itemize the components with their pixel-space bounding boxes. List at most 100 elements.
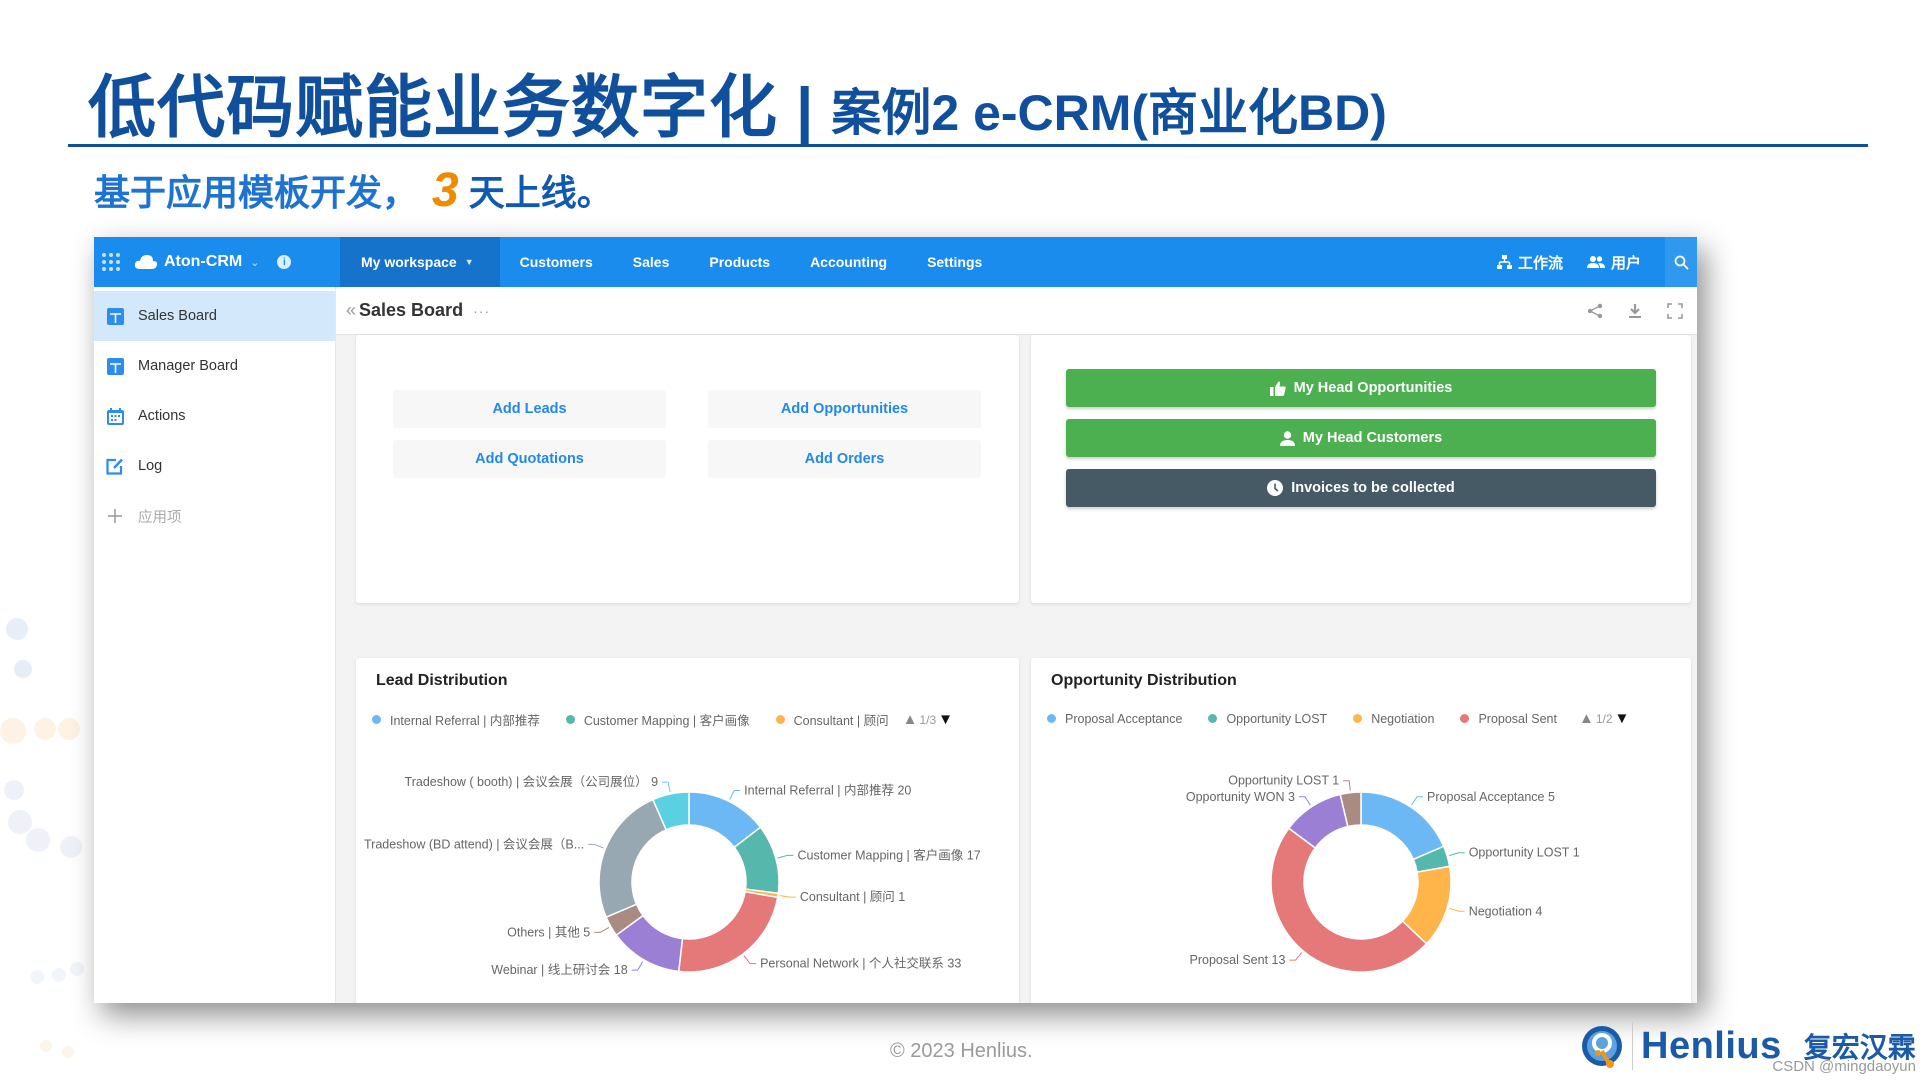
download-icon[interactable] xyxy=(1627,303,1643,319)
nav-tab-products[interactable]: Products xyxy=(689,237,790,287)
slice-label: Consultant | 顾问 1 xyxy=(800,890,905,904)
add-quotations-button[interactable]: Add Quotations xyxy=(393,440,666,478)
slice-label-leader xyxy=(1448,852,1465,857)
legend-item[interactable]: Negotiation xyxy=(1353,712,1434,726)
slice-label-leader xyxy=(588,843,604,849)
legend-item[interactable]: Opportunity LOST xyxy=(1208,712,1327,726)
legend-next-page-icon[interactable]: ▼ xyxy=(1615,710,1630,727)
slide-title-sub: 案例2 e-CRM(商业化BD) xyxy=(831,85,1387,141)
chevron-down-icon[interactable]: ⌄ xyxy=(250,256,259,269)
collapse-sidebar-icon[interactable]: « xyxy=(346,300,356,321)
shortcut-label: My Head Opportunities xyxy=(1293,380,1453,396)
legend-item[interactable]: Customer Mapping | 客户画像 xyxy=(565,710,750,729)
my-head-opportunities-button[interactable]: My Head Opportunities xyxy=(1066,369,1656,407)
legend-prev-page-icon[interactable]: ▲ xyxy=(903,711,918,728)
app-grid-icon[interactable] xyxy=(102,253,120,271)
legend-swatch xyxy=(1047,714,1056,723)
nav-right-actions: 工作流 用户 xyxy=(1496,237,1697,287)
watermark: CSDN @mingdaoyun xyxy=(1772,1058,1916,1075)
legend-item[interactable]: Proposal Sent xyxy=(1460,712,1557,726)
search-button[interactable] xyxy=(1665,237,1697,287)
users-label: 用户 xyxy=(1610,254,1641,272)
donut-slice[interactable] xyxy=(598,798,668,919)
nav-tab-accounting[interactable]: Accounting xyxy=(790,237,907,287)
sidebar-add-app-item[interactable]: 应用项 xyxy=(94,491,335,541)
shortcut-label: Invoices to be collected xyxy=(1291,480,1455,496)
lead-donut-chart: Internal Referral | 内部推荐 20 Customer Mapp… xyxy=(364,774,981,977)
sidebar-item-label: Log xyxy=(138,458,163,474)
invoices-to-be-collected-button[interactable]: Invoices to be collected xyxy=(1066,469,1656,507)
slice-label: Customer Mapping | 客户画像 17 xyxy=(797,847,980,862)
share-icon[interactable] xyxy=(1587,303,1603,319)
fullscreen-icon[interactable] xyxy=(1667,302,1683,319)
sidebar-item-label: Manager Board xyxy=(138,358,238,374)
slice-label: Tradeshow (BD attend) | 会议会展（B... xyxy=(364,837,584,851)
legend-label: Consultant | 顾问 xyxy=(793,714,889,728)
sidebar-item-actions[interactable]: Actions xyxy=(94,391,335,441)
my-head-customers-button[interactable]: My Head Customers xyxy=(1066,419,1656,457)
shortcuts-panel: My Head Opportunities My Head Customers … xyxy=(1031,335,1691,603)
slice-label-leader xyxy=(729,790,741,800)
more-options-icon[interactable]: ··· xyxy=(473,303,490,319)
sidebar-item-manager-board[interactable]: Manager Board xyxy=(94,341,335,391)
legend-item[interactable]: Internal Referral | 内部推荐 xyxy=(372,710,540,729)
slice-label: Personal Network | 个人社交联系 33 xyxy=(760,956,961,971)
slice-label: Webinar | 线上研讨会 18 xyxy=(491,963,627,977)
nav-tab-settings[interactable]: Settings xyxy=(907,237,1002,287)
title-divider xyxy=(68,144,1868,147)
nav-tab-customers[interactable]: Customers xyxy=(500,237,613,287)
slice-label-leader xyxy=(777,854,794,859)
slice-label: Proposal Sent 13 xyxy=(1190,953,1286,967)
add-leads-button[interactable]: Add Leads xyxy=(393,390,666,428)
legend-swatch xyxy=(1208,714,1218,723)
slice-label: Internal Referral | 内部推荐 20 xyxy=(744,783,911,798)
legend-label: Negotiation xyxy=(1371,711,1435,726)
sidebar-item-log[interactable]: Log xyxy=(94,441,335,491)
chart-title: Lead Distribution xyxy=(376,672,508,689)
shortcut-label: My Head Customers xyxy=(1302,430,1443,446)
add-opportunities-button[interactable]: Add Opportunities xyxy=(708,390,981,428)
legend-prev-page-icon[interactable]: ▲ xyxy=(1579,710,1594,727)
opportunity-distribution-panel: Opportunity Distribution Proposal Accept… xyxy=(1031,658,1691,1003)
legend-label: Proposal Sent xyxy=(1478,711,1557,726)
sidebar-item-sales-board[interactable]: Sales Board xyxy=(94,291,335,341)
app-name[interactable]: Aton-CRM xyxy=(164,253,242,271)
info-icon[interactable]: i xyxy=(277,255,292,269)
nav-tab-my-workspace[interactable]: My workspace ▼ xyxy=(340,237,500,287)
users-link[interactable]: 用户 xyxy=(1586,252,1641,273)
page-tools xyxy=(1587,287,1683,334)
tagline-number: 3 xyxy=(432,163,459,217)
legend-pager: ▲ 1/3 ▼ xyxy=(903,711,953,728)
slice-label-leader xyxy=(631,961,644,971)
copyright-text: © 2023 Henlius. xyxy=(890,1040,1033,1062)
add-orders-button[interactable]: Add Orders xyxy=(708,440,981,478)
plus-icon xyxy=(106,507,124,525)
legend-item[interactable]: Proposal Acceptance xyxy=(1047,712,1182,726)
slice-label: Proposal Acceptance 5 xyxy=(1427,790,1555,804)
slice-label-leader xyxy=(1289,952,1303,961)
tagline-suffix: 天上线。 xyxy=(468,172,613,213)
legend-swatch xyxy=(1353,714,1363,723)
legend-swatch xyxy=(372,715,381,724)
slide-title-main: 低代码赋能业务数字化 xyxy=(88,70,779,146)
slice-label-leader xyxy=(662,781,671,793)
chart-legend: Internal Referral | 内部推荐 Customer Mappin… xyxy=(372,710,953,729)
slice-label-leader xyxy=(1411,796,1424,806)
workflow-icon xyxy=(1496,255,1512,269)
legend-next-page-icon[interactable]: ▼ xyxy=(938,711,953,728)
slice-label: Negotiation 4 xyxy=(1469,904,1543,918)
lead-distribution-panel: Lead Distribution Internal Referral | 内部… xyxy=(356,658,1019,1003)
legend-item[interactable]: Consultant | 顾问 xyxy=(775,710,889,729)
cloud-icon xyxy=(134,255,158,269)
sidebar-item-label: Actions xyxy=(138,408,186,424)
workflow-label: 工作流 xyxy=(1517,254,1563,272)
quick-actions-panel: Add Leads Add Opportunities Add Quotatio… xyxy=(356,335,1019,603)
slice-label: Opportunity WON 3 xyxy=(1186,790,1295,804)
nav-tab-sales[interactable]: Sales xyxy=(613,237,690,287)
donut-slice[interactable] xyxy=(1270,827,1428,973)
crm-app-window: Aton-CRM ⌄ i My workspace ▼ Customers Sa… xyxy=(94,237,1697,1003)
add-app-item-label: 应用项 xyxy=(138,509,182,526)
clock-icon xyxy=(1267,480,1284,496)
slice-label-leader xyxy=(743,955,757,965)
workflow-link[interactable]: 工作流 xyxy=(1496,252,1563,273)
